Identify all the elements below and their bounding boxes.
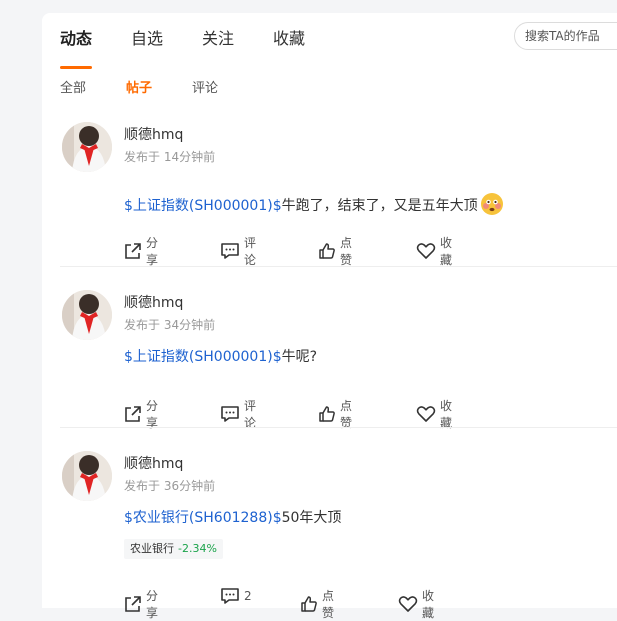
tab-favorites[interactable]: 收藏 [273,27,305,61]
collect-button[interactable]: 收藏 [416,397,452,431]
comment-icon [220,405,240,423]
avatar[interactable] [62,451,112,501]
share-label: 分享 [146,589,159,620]
flushed-face-icon [480,192,504,220]
collect-label: 收藏 [440,399,453,430]
tab-watchlist[interactable]: 自选 [131,27,163,61]
username[interactable]: 顺德hmq [124,292,183,312]
divider [60,427,617,428]
stock-link[interactable]: $上证指数(SH000001)$ [124,198,282,214]
thumbs-up-icon [318,405,336,423]
share-button[interactable]: 分享 [124,234,158,268]
post-text: 牛跑了，结束了，又是五年大顶 [281,198,478,214]
share-icon [124,405,142,423]
post-content: $上证指数(SH000001)$牛跑了，结束了，又是五年大顶 [124,192,504,220]
comment-count: 2 [244,589,252,603]
avatar[interactable] [62,290,112,340]
subtab-all[interactable]: 全部 [60,77,86,96]
post-content: $上证指数(SH000001)$牛呢? [124,346,317,366]
comment-icon [220,242,240,260]
comment-label: 评论 [244,236,257,267]
like-label: 点赞 [340,236,353,267]
like-button[interactable]: 点赞 [318,397,352,431]
stock-link[interactable]: $农业银行(SH601288)$ [124,510,282,526]
share-label: 分享 [146,236,159,267]
post-text: 牛呢? [281,349,318,365]
search-input[interactable]: 搜索TA的作品 [514,22,617,50]
tab-dynamics[interactable]: 动态 [60,27,93,69]
share-label: 分享 [146,399,159,430]
post-time: 发布于 36分钟前 [124,479,216,493]
like-button[interactable]: 点赞 [300,587,334,621]
content-panel: 动态 自选 关注 收藏 搜索TA的作品 全部 帖子 评论 顺德hmq 发布于 1… [42,13,617,620]
stock-quote-chip[interactable]: 农业银行 -2.34% [124,539,223,559]
comment-icon [220,587,240,605]
thumbs-up-icon [318,242,336,260]
quote-change: -2.34% [178,542,217,555]
collect-button[interactable]: 收藏 [416,234,452,268]
post-text: 50年大顶 [281,510,342,526]
username[interactable]: 顺德hmq [124,124,183,144]
like-label: 点赞 [340,399,353,430]
like-button[interactable]: 点赞 [318,234,352,268]
thumbs-up-icon [300,595,318,613]
sub-tabs: 全部 帖子 评论 [60,77,258,96]
post-time: 发布于 14分钟前 [124,150,216,164]
collect-button[interactable]: 收藏 [398,587,434,621]
subtab-posts[interactable]: 帖子 [126,77,152,96]
avatar[interactable] [62,122,112,172]
share-button[interactable]: 分享 [124,397,158,431]
main-tabs: 动态 自选 关注 收藏 [60,27,344,69]
collect-label: 收藏 [440,236,453,267]
heart-icon [398,595,418,613]
username[interactable]: 顺德hmq [124,453,183,473]
divider [60,266,617,267]
share-icon [124,595,142,613]
comment-label: 评论 [244,399,257,430]
post-content: $农业银行(SH601288)$50年大顶 [124,507,341,527]
heart-icon [416,405,436,423]
like-label: 点赞 [322,589,335,620]
stock-link[interactable]: $上证指数(SH000001)$ [124,349,282,365]
share-button[interactable]: 分享 [124,587,158,621]
heart-icon [416,242,436,260]
subtab-comments[interactable]: 评论 [192,77,218,96]
collect-label: 收藏 [422,589,435,620]
tab-following[interactable]: 关注 [202,27,234,61]
share-icon [124,242,142,260]
comment-button[interactable]: 评论 [220,234,256,268]
post-time: 发布于 34分钟前 [124,318,216,332]
comment-button[interactable]: 评论 [220,397,256,431]
comment-button[interactable]: 2 [220,587,252,605]
quote-stock-name: 农业银行 [130,542,174,555]
